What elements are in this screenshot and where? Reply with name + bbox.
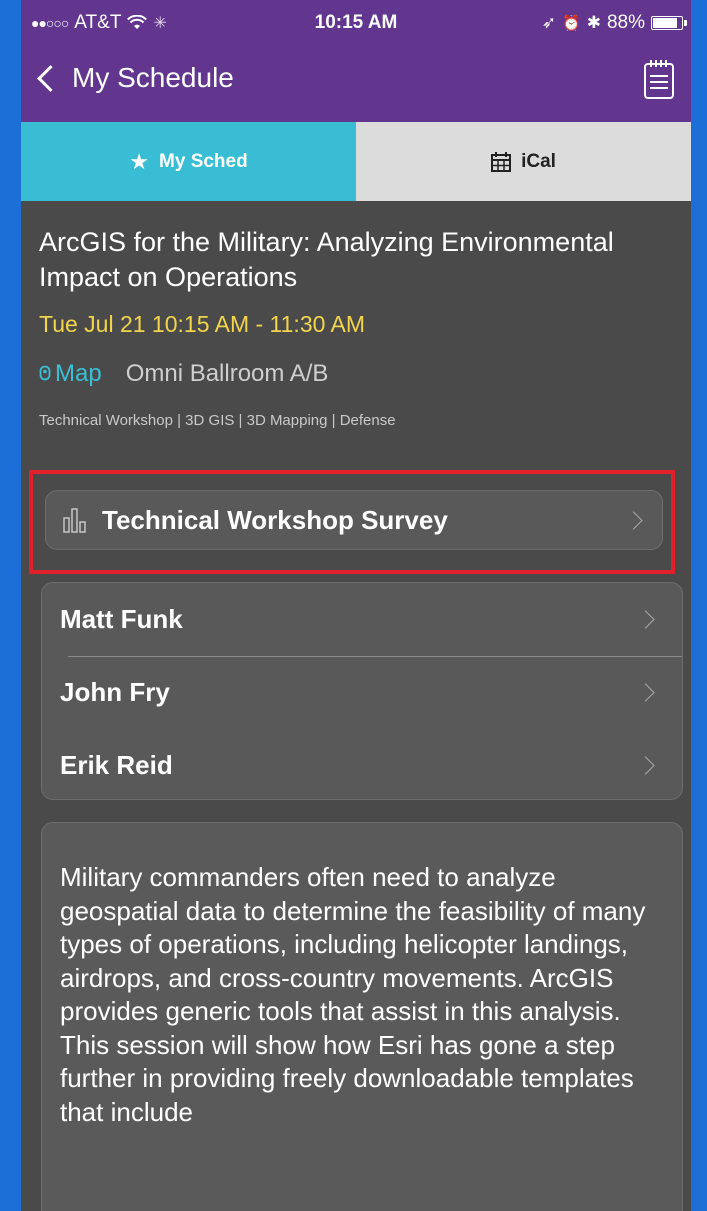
- navigation-bar: My Schedule: [21, 44, 691, 122]
- alarm-icon: ⏰: [562, 15, 581, 32]
- survey-label: Technical Workshop Survey: [102, 504, 448, 535]
- tab-my-sched[interactable]: ★ My Sched: [21, 122, 356, 201]
- description-text: Military commanders often need to analyz…: [60, 862, 646, 1127]
- bar-chart-icon: [63, 508, 86, 533]
- calendar-icon: [491, 151, 512, 172]
- speaker-name: John Fry: [60, 677, 170, 707]
- chevron-right-icon: [636, 756, 655, 775]
- session-room: Omni Ballroom A/B: [125, 360, 329, 387]
- survey-button[interactable]: Technical Workshop Survey: [45, 490, 663, 550]
- highlight-box: Technical Workshop Survey: [29, 470, 675, 574]
- battery-icon: [651, 16, 687, 30]
- speaker-item[interactable]: Erik Reid: [42, 729, 682, 799]
- chevron-right-icon: [636, 683, 655, 702]
- notes-icon[interactable]: [643, 58, 675, 100]
- tab-ical-label: iCal: [521, 150, 556, 172]
- map-label: Map: [55, 360, 102, 387]
- segmented-tabs: ★ My Sched iCal: [21, 122, 691, 201]
- session-location: Map Omni Ballroom A/B: [39, 360, 673, 388]
- map-pin-icon: [39, 365, 51, 381]
- speakers-list: Matt Funk John Fry Erik Reid: [41, 582, 683, 800]
- session-header: ArcGIS for the Military: Analyzing Envir…: [21, 201, 691, 429]
- session-description: Military commanders often need to analyz…: [41, 822, 683, 1211]
- status-bar: ●●○○○ AT&T ✳ 10:15 AM ➶ ⏰ ✱ 88%: [21, 0, 691, 44]
- chevron-right-icon: [624, 510, 643, 530]
- session-time: Tue Jul 21 10:15 AM - 11:30 AM: [39, 311, 366, 337]
- session-tags: Technical Workshop | 3D GIS | 3D Mapping…: [39, 412, 396, 429]
- star-icon: ★: [129, 148, 150, 174]
- speaker-item[interactable]: Matt Funk: [42, 583, 682, 656]
- tab-ical[interactable]: iCal: [356, 122, 691, 201]
- map-link[interactable]: Map: [39, 360, 102, 388]
- tab-my-sched-label: My Sched: [159, 150, 248, 172]
- back-label: My Schedule: [72, 62, 234, 93]
- chevron-left-icon: [37, 64, 64, 92]
- phone-screen: ●●○○○ AT&T ✳ 10:15 AM ➶ ⏰ ✱ 88% My Sched…: [21, 0, 691, 1211]
- speaker-name: Matt Funk: [60, 604, 183, 634]
- speaker-name: Erik Reid: [60, 750, 173, 780]
- session-title: ArcGIS for the Military: Analyzing Envir…: [39, 227, 614, 292]
- bluetooth-icon: ✱: [586, 13, 601, 32]
- battery-percent: 88%: [606, 12, 645, 33]
- location-arrow-icon: ➶: [541, 13, 557, 32]
- back-button[interactable]: My Schedule: [35, 62, 234, 94]
- status-right: ➶ ⏰ ✱ 88%: [541, 12, 687, 34]
- speaker-item[interactable]: John Fry: [42, 656, 682, 729]
- chevron-right-icon: [636, 610, 655, 629]
